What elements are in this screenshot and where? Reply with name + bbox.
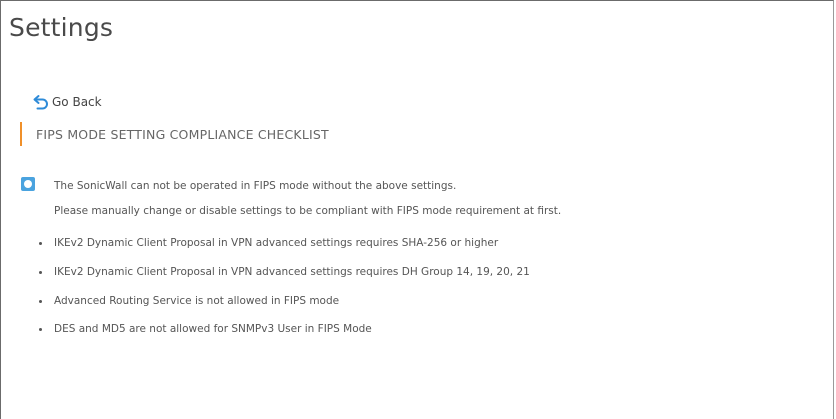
settings-page: Settings Go Back FIPS MODE SETTING COMPL… [0, 0, 834, 419]
checklist-item-text: DES and MD5 are not allowed for SNMPv3 U… [54, 323, 372, 335]
checklist-item-text: Advanced Routing Service is not allowed … [54, 295, 340, 307]
bullet-icon [39, 241, 42, 245]
info-message-line: The SonicWall can not be operated in FIP… [54, 180, 457, 192]
checklist-item-text: IKEv2 Dynamic Client Proposal in VPN adv… [54, 237, 499, 249]
checklist-item: IKEv2 Dynamic Client Proposal in VPN adv… [39, 237, 739, 249]
undo-arrow-icon [33, 94, 49, 110]
info-icon [21, 177, 35, 191]
checklist-item: IKEv2 Dynamic Client Proposal in VPN adv… [39, 266, 739, 278]
checklist-item: DES and MD5 are not allowed for SNMPv3 U… [39, 323, 739, 335]
page-title: Settings [9, 13, 114, 42]
info-message-line: Please manually change or disable settin… [54, 205, 562, 217]
go-back-label: Go Back [52, 95, 102, 109]
bullet-icon [39, 327, 42, 331]
section-header: FIPS MODE SETTING COMPLIANCE CHECKLIST [20, 122, 329, 146]
go-back-link[interactable]: Go Back [33, 94, 102, 110]
section-header-text: FIPS MODE SETTING COMPLIANCE CHECKLIST [36, 126, 329, 142]
bullet-icon [39, 270, 42, 274]
bullet-icon [39, 299, 42, 303]
checklist-item-text: IKEv2 Dynamic Client Proposal in VPN adv… [54, 266, 530, 278]
checklist-item: Advanced Routing Service is not allowed … [39, 295, 739, 307]
